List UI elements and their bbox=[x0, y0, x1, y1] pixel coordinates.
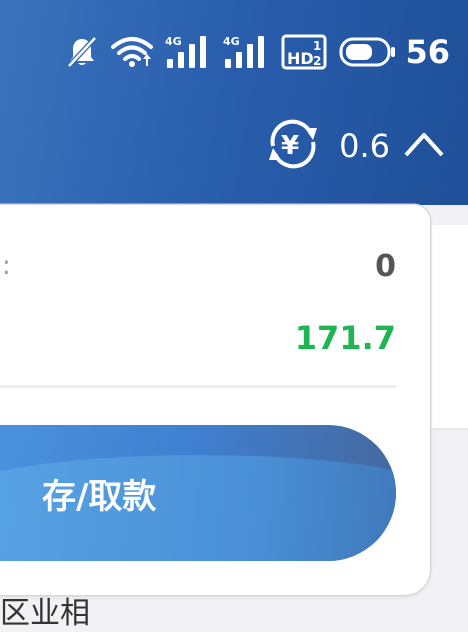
deposit-withdraw-button[interactable]: 存/取款 bbox=[0, 425, 396, 561]
svg-text:4G: 4G bbox=[165, 35, 182, 48]
chevron-up-icon bbox=[402, 129, 446, 163]
header: 4G 4G HD 1 2 56 ¥ 0.6 bbox=[0, 0, 468, 205]
profit-value: 171.7 bbox=[294, 319, 396, 357]
wifi-icon bbox=[111, 35, 154, 69]
exchange-rate-value: 0.6 bbox=[339, 127, 390, 165]
svg-text:2: 2 bbox=[313, 54, 321, 68]
svg-text:¥: ¥ bbox=[281, 131, 299, 161]
partial-bottom-text: 区业相 bbox=[0, 596, 90, 631]
signal-4g-icon: 4G bbox=[223, 34, 269, 70]
mute-bell-icon bbox=[65, 35, 99, 69]
hd-icon: HD 1 2 bbox=[281, 34, 327, 70]
svg-text:1: 1 bbox=[313, 39, 321, 53]
signal-4g-icon: 4G bbox=[165, 34, 211, 70]
currency-exchange-icon: ¥ bbox=[261, 116, 325, 176]
balance-value: 0 bbox=[375, 249, 396, 284]
status-bar: 4G 4G HD 1 2 56 bbox=[53, 28, 450, 76]
account-card: : 0 171.7 存/取款 bbox=[0, 205, 430, 595]
deposit-withdraw-label: 存/取款 bbox=[42, 476, 157, 517]
card-divider bbox=[0, 385, 396, 388]
battery-icon bbox=[339, 36, 397, 68]
battery-level: 56 bbox=[405, 33, 450, 71]
svg-text:HD: HD bbox=[287, 49, 314, 68]
row-label-fragment: : bbox=[2, 251, 11, 281]
exchange-rate-toggle[interactable]: ¥ 0.6 bbox=[261, 118, 446, 174]
svg-text:4G: 4G bbox=[223, 35, 240, 48]
